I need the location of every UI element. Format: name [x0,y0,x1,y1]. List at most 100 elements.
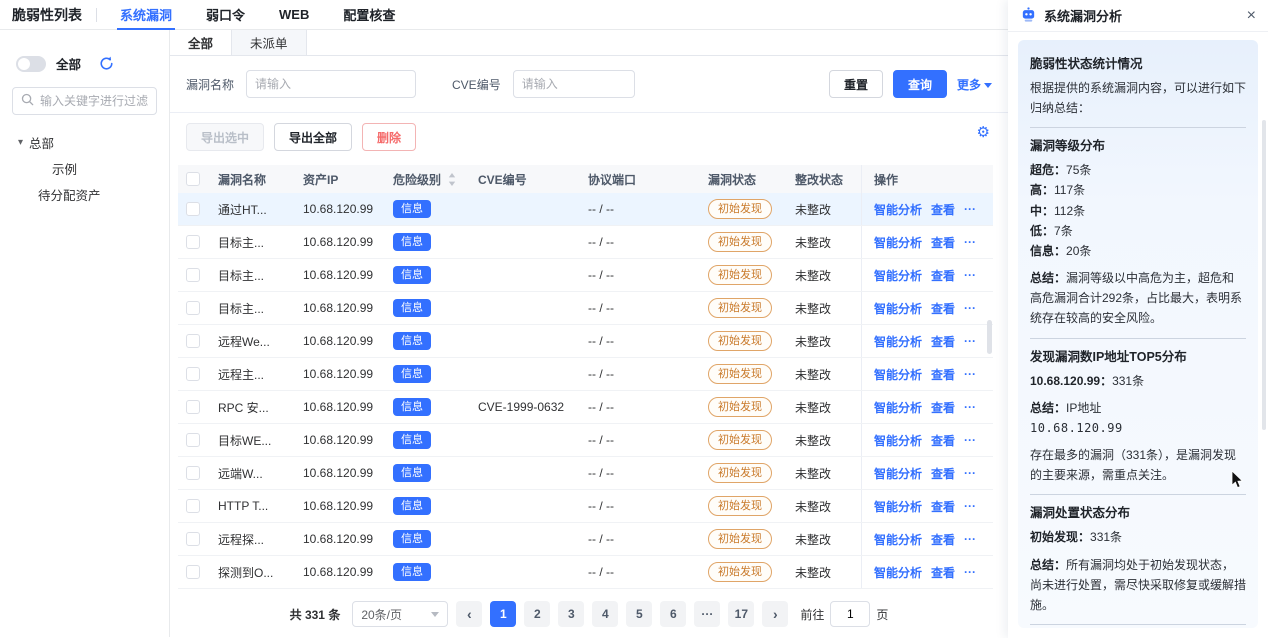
more-filters-link[interactable]: 更多 [957,76,992,93]
filter-vuln-name-input[interactable] [246,70,416,98]
more-actions-link[interactable]: ··· [964,565,976,579]
table-row[interactable]: 目标主...10.68.120.99信息-- / --初始发现未整改智能分析查看… [178,292,993,325]
view-link[interactable]: 查看 [931,399,955,416]
tree-search-input[interactable] [40,94,150,108]
view-link[interactable]: 查看 [931,234,955,251]
row-checkbox[interactable] [186,301,200,315]
more-actions-link[interactable]: ··· [964,202,976,216]
sort-icon[interactable] [448,173,456,186]
smart-analysis-link[interactable]: 智能分析 [874,267,922,284]
close-icon[interactable]: × [1247,8,1256,24]
row-checkbox[interactable] [186,334,200,348]
table-row[interactable]: 通过HT...10.68.120.99信息-- / --初始发现未整改智能分析查… [178,193,993,226]
smart-analysis-link[interactable]: 智能分析 [874,234,922,251]
smart-analysis-link[interactable]: 智能分析 [874,564,922,581]
next-page-button[interactable]: › [762,601,788,627]
more-actions-link[interactable]: ··· [964,301,976,315]
more-actions-link[interactable]: ··· [964,367,976,381]
filter-cve-input[interactable] [513,70,635,98]
more-actions-link[interactable]: ··· [964,268,976,282]
row-checkbox[interactable] [186,433,200,447]
table-row[interactable]: 目标主...10.68.120.99信息-- / --初始发现未整改智能分析查看… [178,259,993,292]
smart-analysis-link[interactable]: 智能分析 [874,432,922,449]
list-tab-all[interactable]: 全部 [170,30,232,55]
view-link[interactable]: 查看 [931,267,955,284]
view-link[interactable]: 查看 [931,465,955,482]
select-all-checkbox[interactable] [186,172,200,186]
refresh-icon[interactable] [99,56,114,71]
table-row[interactable]: RPC 安...10.68.120.99信息CVE-1999-0632-- / … [178,391,993,424]
table-row[interactable]: 远端W...10.68.120.99信息-- / --初始发现未整改智能分析查看… [178,457,993,490]
reset-button[interactable]: 重置 [829,70,883,98]
tab-weak-password[interactable]: 弱口令 [189,0,262,29]
page-button-4[interactable]: 4 [592,601,618,627]
page-size-select[interactable]: 20条/页 [352,601,448,627]
more-actions-link[interactable]: ··· [964,400,976,414]
page-button-5[interactable]: 5 [626,601,652,627]
page-button-3[interactable]: 3 [558,601,584,627]
view-link[interactable]: 查看 [931,498,955,515]
more-actions-link[interactable]: ··· [964,433,976,447]
row-checkbox[interactable] [186,235,200,249]
row-checkbox[interactable] [186,400,200,414]
more-actions-link[interactable]: ··· [964,499,976,513]
table-row[interactable]: HTTP T...10.68.120.99信息-- / --初始发现未整改智能分… [178,490,993,523]
tree-node-example[interactable]: 示例 [12,155,157,181]
row-checkbox[interactable] [186,565,200,579]
row-checkbox[interactable] [186,466,200,480]
view-link[interactable]: 查看 [931,531,955,548]
view-link[interactable]: 查看 [931,366,955,383]
more-actions-link[interactable]: ··· [964,334,976,348]
smart-analysis-link[interactable]: 智能分析 [874,531,922,548]
smart-analysis-link[interactable]: 智能分析 [874,399,922,416]
view-link[interactable]: 查看 [931,201,955,218]
page-button-17[interactable]: 17 [728,601,754,627]
smart-analysis-link[interactable]: 智能分析 [874,366,922,383]
view-link[interactable]: 查看 [931,333,955,350]
table-row[interactable]: 探测到O...10.68.120.99信息-- / --初始发现未整改智能分析查… [178,556,993,589]
export-all-button[interactable]: 导出全部 [274,123,352,151]
page-button-6[interactable]: 6 [660,601,686,627]
pages-ellipsis[interactable]: ··· [694,601,720,627]
page-button-2[interactable]: 2 [524,601,550,627]
export-selected-button[interactable]: 导出选中 [186,123,264,151]
tree-caret-icon[interactable]: ▾ [18,137,23,148]
smart-analysis-link[interactable]: 智能分析 [874,201,922,218]
more-actions-link[interactable]: ··· [964,235,976,249]
row-checkbox[interactable] [186,367,200,381]
row-checkbox[interactable] [186,268,200,282]
tab-system-vuln[interactable]: 系统漏洞 [103,0,189,29]
list-tab-unassigned[interactable]: 未派单 [232,30,307,55]
table-row[interactable]: 远程探...10.68.120.99信息-- / --初始发现未整改智能分析查看… [178,523,993,556]
tree-node-unassigned[interactable]: 待分配资产 [12,181,157,207]
goto-page-input[interactable] [830,601,870,627]
smart-analysis-link[interactable]: 智能分析 [874,465,922,482]
smart-analysis-link[interactable]: 智能分析 [874,333,922,350]
view-link[interactable]: 查看 [931,564,955,581]
tab-config-check[interactable]: 配置核查 [326,0,412,29]
view-link[interactable]: 查看 [931,432,955,449]
row-checkbox[interactable] [186,202,200,216]
column-settings-gear-icon[interactable]: ⚙ [977,125,990,140]
table-row[interactable]: 目标WE...10.68.120.99信息-- / --初始发现未整改智能分析查… [178,424,993,457]
smart-analysis-link[interactable]: 智能分析 [874,300,922,317]
table-row[interactable]: 远程主...10.68.120.99信息-- / --初始发现未整改智能分析查看… [178,358,993,391]
panel-scrollbar-thumb[interactable] [1262,120,1266,430]
all-assets-toggle[interactable] [16,56,46,72]
smart-analysis-link[interactable]: 智能分析 [874,498,922,515]
view-link[interactable]: 查看 [931,300,955,317]
table-row[interactable]: 远程We...10.68.120.99信息-- / --初始发现未整改智能分析查… [178,325,993,358]
row-checkbox[interactable] [186,532,200,546]
page-button-1[interactable]: 1 [490,601,516,627]
query-button[interactable]: 查询 [893,70,947,98]
tab-web[interactable]: WEB [262,0,326,29]
more-actions-link[interactable]: ··· [964,532,976,546]
header-col-3[interactable]: 危险级别 [383,171,468,188]
more-actions-link[interactable]: ··· [964,466,976,480]
table-row[interactable]: 目标主...10.68.120.99信息-- / --初始发现未整改智能分析查看… [178,226,993,259]
row-checkbox[interactable] [186,499,200,513]
tree-node-hq[interactable]: ▾总部 [12,129,157,155]
content-scrollbar-thumb[interactable] [987,320,992,354]
prev-page-button[interactable]: ‹ [456,601,482,627]
delete-button[interactable]: 删除 [362,123,416,151]
